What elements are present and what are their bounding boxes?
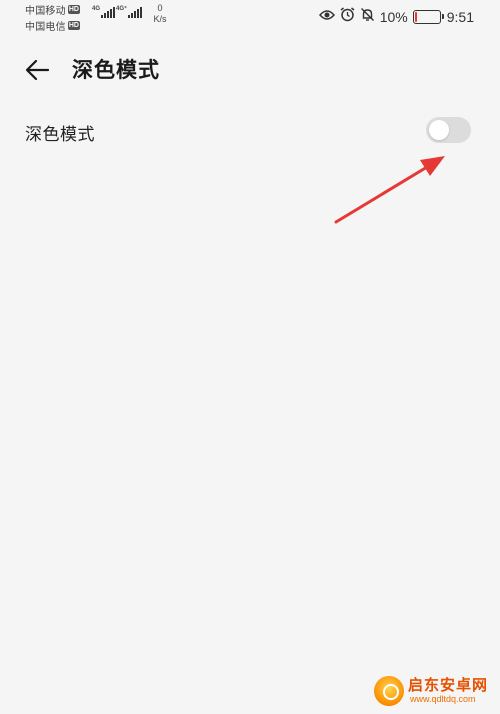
carrier-info: 中国移动 HD 中国电信 HD — [25, 2, 80, 34]
dark-mode-setting-row[interactable]: 深色模式 — [0, 108, 500, 156]
signal-strength-icon: 4G — [92, 6, 116, 18]
watermark-url: www.qdltdq.com — [410, 694, 476, 704]
dark-mode-label: 深色模式 — [25, 125, 95, 145]
battery-icon — [412, 10, 444, 24]
network-speed-value: 0 — [157, 3, 163, 13]
site-watermark: 启东安卓网 www.qdltdq.com — [374, 672, 494, 712]
network-type-label: 4G — [92, 6, 101, 12]
volte-hd-badge: HD — [67, 20, 80, 30]
eye-icon — [318, 8, 335, 26]
network-speed: 0 K/s — [150, 3, 170, 25]
status-bar: 中国移动 HD 中国电信 HD 4G 4G⁺ 0 K/s 10% 9:51 — [0, 0, 500, 34]
status-icons: 10% 9:51 — [314, 7, 474, 27]
arrow-left-icon — [25, 59, 50, 81]
app-header: 深色模式 — [0, 48, 500, 92]
carrier-1-name: 中国移动 — [25, 5, 66, 17]
bell-mute-icon — [360, 7, 375, 27]
toggle-knob — [429, 120, 449, 140]
watermark-title: 启东安卓网 — [408, 676, 489, 694]
alarm-icon — [340, 7, 355, 27]
clock: 9:51 — [446, 9, 474, 25]
network-speed-unit: K/s — [153, 14, 167, 24]
signal-strength-icon: 4G⁺ — [116, 6, 143, 18]
page-title: 深色模式 — [72, 58, 160, 82]
watermark-logo-icon — [374, 676, 404, 706]
battery-percentage: 10% — [379, 9, 408, 25]
dark-mode-toggle[interactable] — [426, 117, 471, 143]
network-type-label: 4G⁺ — [116, 6, 128, 12]
volte-hd-badge: HD — [67, 4, 80, 14]
carrier-2-name: 中国电信 — [25, 21, 66, 33]
back-button[interactable] — [22, 56, 54, 84]
